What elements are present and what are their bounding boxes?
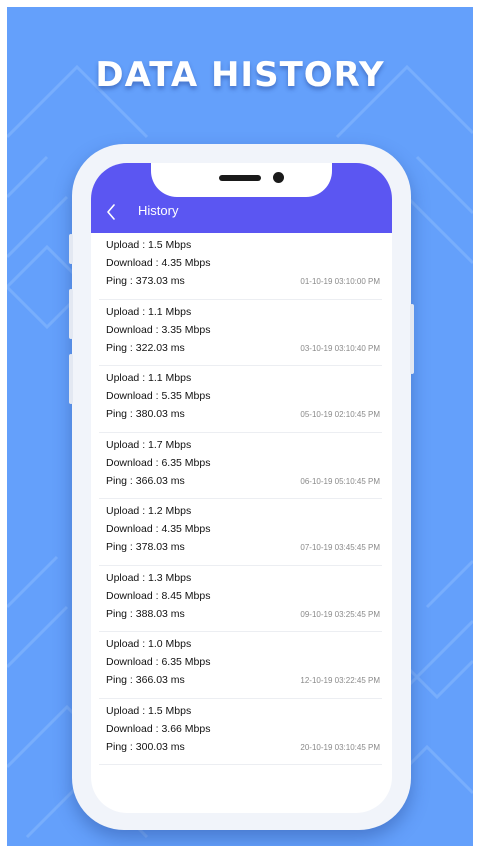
phone-side-button	[69, 234, 73, 264]
history-item[interactable]: Upload : 1.7 Mbps Download : 6.35 Mbps P…	[99, 433, 382, 499]
ping-value: Ping : 366.03 ms	[106, 674, 185, 686]
timestamp: 01-10-19 03:10:00 PM	[300, 277, 380, 286]
upload-speed: Upload : 1.3 Mbps	[106, 571, 192, 584]
download-speed: Download : 6.35 Mbps	[106, 656, 211, 668]
download-speed: Download : 8.45 Mbps	[106, 589, 211, 602]
download-speed: Download : 3.66 Mbps	[106, 722, 211, 735]
timestamp: 06-10-19 05:10:45 PM	[300, 476, 380, 486]
download-speed: Download : 5.35 Mbps	[106, 390, 211, 402]
promo-background: DATA HISTORY History Upload: 1.5 Mbps D…	[7, 7, 473, 846]
download-speed: Download : 4.35 Mbps	[106, 257, 211, 269]
history-item[interactable]: Upload : 1.1 Mbps Download : 3.35 Mbps P…	[99, 300, 382, 366]
ping-value: Ping : 322.03 ms	[106, 341, 185, 354]
ping-value: Ping : 373.03 ms	[106, 275, 185, 287]
upload-speed: Upload : 1.5 Mbps	[106, 704, 192, 717]
timestamp: 12-10-19 03:22:45 PM	[300, 676, 380, 685]
timestamp: 09-10-19 03:25:45 PM	[300, 609, 380, 619]
timestamp: 03-10-19 03:10:40 PM	[300, 343, 380, 353]
phone-side-button	[69, 289, 73, 339]
upload-speed: Upload : 1.1 Mbps	[106, 372, 192, 384]
upload-speed: Upload : 1.2 Mbps	[106, 505, 192, 517]
download-speed: Download : 6.35 Mbps	[106, 456, 211, 469]
download-speed: Download : 4.35 Mbps	[106, 523, 211, 535]
speaker-grille	[219, 175, 261, 181]
upload-speed: Upload : 1.0 Mbps	[106, 638, 192, 650]
ping-value: Ping : 366.03 ms	[106, 474, 185, 487]
history-item[interactable]: Upload : 1.3 Mbps Download : 8.45 Mbps P…	[99, 566, 382, 632]
ping-value: Ping : 378.03 ms	[106, 541, 185, 553]
ping-value: Ping : 300.03 ms	[106, 740, 185, 753]
timestamp: 05-10-19 02:10:45 PM	[300, 410, 380, 419]
back-button[interactable]	[101, 201, 121, 223]
timestamp: 20-10-19 03:10:45 PM	[300, 742, 380, 752]
timestamp: 07-10-19 03:45:45 PM	[300, 543, 380, 552]
phone-notch	[151, 163, 332, 197]
page-headline: DATA HISTORY	[95, 55, 385, 95]
front-camera	[273, 172, 284, 183]
chevron-left-icon	[107, 204, 115, 220]
phone-mockup: History Upload : 1.5 Mbps Download : 4.3…	[69, 144, 414, 830]
upload-speed: Upload : 1.7 Mbps	[106, 438, 192, 451]
download-speed: Download : 3.35 Mbps	[106, 323, 211, 336]
app-bar: History	[91, 163, 392, 233]
history-item[interactable]: Upload : 1.1 Mbps Download : 5.35 Mbps P…	[99, 366, 382, 433]
history-list: Upload : 1.5 Mbps Download : 4.35 Mbps P…	[91, 233, 392, 765]
page-title: History	[138, 203, 179, 218]
phone-side-button	[410, 304, 414, 374]
ping-value: Ping : 388.03 ms	[106, 607, 185, 620]
phone-side-button	[69, 354, 73, 404]
history-item[interactable]: Upload : 1.0 Mbps Download : 6.35 Mbps P…	[99, 632, 382, 699]
history-item[interactable]: Upload : 1.5 Mbps Download : 3.66 Mbps P…	[99, 699, 382, 765]
history-item[interactable]: Upload : 1.5 Mbps Download : 4.35 Mbps P…	[99, 233, 382, 300]
ping-value: Ping : 380.03 ms	[106, 408, 185, 420]
phone-screen: History Upload : 1.5 Mbps Download : 4.3…	[91, 163, 392, 813]
upload-speed: Upload : 1.1 Mbps	[106, 305, 192, 318]
upload-speed: Upload : 1.5 Mbps	[106, 239, 192, 251]
history-item[interactable]: Upload : 1.2 Mbps Download : 4.35 Mbps P…	[99, 499, 382, 566]
